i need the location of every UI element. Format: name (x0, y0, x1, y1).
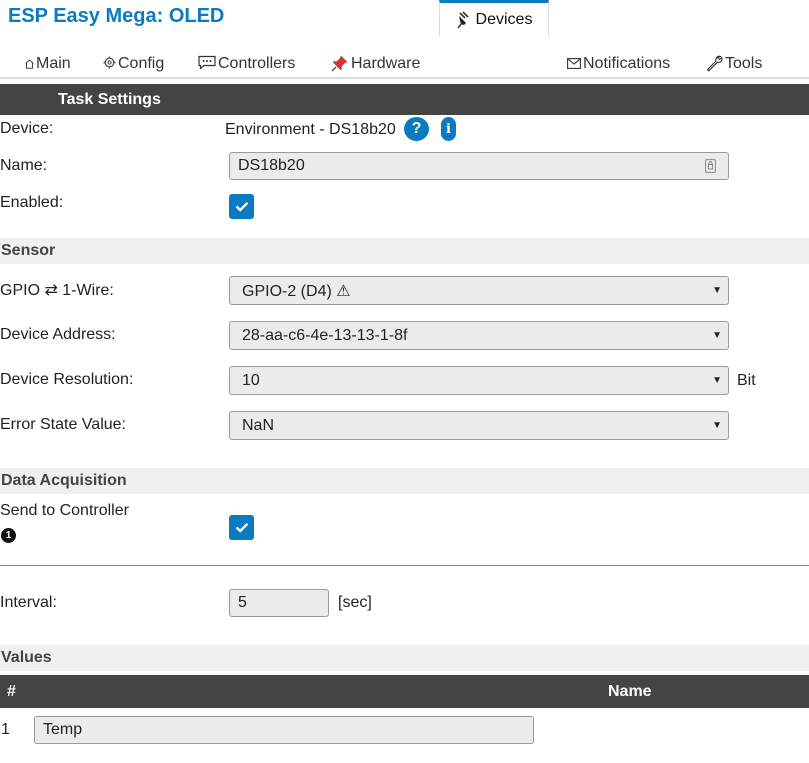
tab-hardware[interactable]: Hardware (331, 50, 420, 78)
resolution-unit: Bit (737, 372, 756, 389)
error-state-label: Error State Value: (0, 416, 126, 433)
value-name-input[interactable]: Temp (34, 716, 534, 744)
data-acquisition-header: Data Acquisition (0, 468, 809, 494)
tab-bar: Main Config Controllers Hardware Notific… (0, 42, 809, 79)
tab-hardware-label: Hardware (351, 55, 421, 72)
send-to-controller-checkbox[interactable] (229, 515, 254, 540)
device-address-value: 28-aa-c6-4e-13-13-1-8f (242, 326, 408, 344)
enabled-label: Enabled: (0, 194, 64, 211)
values-header: Values (0, 645, 809, 671)
send-to-controller-label: Send to Controller (0, 502, 129, 519)
app-title: ESP Easy Mega: OLED (8, 5, 225, 27)
help-button[interactable]: ? (404, 117, 429, 141)
tab-tools[interactable]: Tools (705, 50, 762, 78)
checkmark-icon (235, 522, 248, 533)
help-icon: ? (411, 120, 422, 137)
values-table-header: # Name (0, 675, 809, 708)
wrench-icon (705, 54, 723, 75)
column-name-header: Name (608, 682, 652, 700)
checkmark-icon (235, 201, 248, 212)
gear-icon (103, 56, 116, 72)
tab-config[interactable]: Config (103, 50, 164, 78)
tab-notifications[interactable]: Notifications (567, 50, 670, 78)
interval-input[interactable]: 5 (229, 589, 329, 617)
enabled-checkbox[interactable] (229, 194, 254, 219)
home-icon (25, 57, 34, 72)
interval-label: Interval: (0, 594, 57, 611)
sensor-header: Sensor (0, 238, 809, 264)
value-index: 1 (1, 721, 10, 738)
chat-icon (198, 55, 216, 73)
divider (0, 565, 809, 566)
error-state-select[interactable]: NaN ▼ (229, 411, 729, 440)
name-input[interactable]: DS18b20 (229, 152, 729, 180)
tab-devices-label: Devices (475, 11, 533, 28)
gpio-select-value: GPIO-2 (D4) ⚠ (242, 282, 351, 300)
name-input-value: DS18b20 (238, 157, 305, 174)
tab-config-label: Config (118, 55, 165, 72)
device-value: Environment - DS18b20 (225, 121, 396, 138)
chevron-down-icon: ▼ (712, 375, 722, 386)
device-address-label: Device Address: (0, 326, 116, 343)
gpio-select[interactable]: GPIO-2 (D4) ⚠ ▼ (229, 276, 729, 305)
envelope-icon (567, 57, 581, 72)
tab-notifications-label: Notifications (583, 55, 671, 72)
tab-tools-label: Tools (725, 55, 763, 72)
interval-unit: [sec] (338, 594, 372, 611)
info-icon: i (446, 121, 451, 137)
name-label: Name: (0, 157, 48, 174)
device-resolution-select[interactable]: 10 ▼ (229, 366, 729, 395)
task-settings-header: Task Settings (0, 84, 809, 115)
info-button[interactable]: i (441, 117, 456, 141)
error-state-value: NaN (242, 416, 275, 434)
tab-controllers-label: Controllers (218, 55, 296, 72)
value-name-input-value: Temp (43, 721, 83, 738)
chevron-down-icon: ▼ (712, 420, 722, 431)
tab-main-label: Main (36, 55, 71, 72)
gpio-label: GPIO ⇄ 1-Wire: (0, 282, 114, 299)
interval-input-value: 5 (238, 594, 247, 611)
device-resolution-label: Device Resolution: (0, 371, 134, 388)
device-address-select[interactable]: 28-aa-c6-4e-13-13-1-8f ▼ (229, 321, 729, 350)
chevron-down-icon: ▼ (712, 285, 722, 296)
controller-number-badge: 1 (1, 528, 16, 543)
device-resolution-value: 10 (242, 371, 260, 389)
plug-icon (456, 11, 474, 29)
tab-controllers[interactable]: Controllers (198, 50, 295, 78)
autofill-icon (705, 159, 716, 173)
column-index-header: # (7, 682, 16, 700)
tab-devices[interactable]: Devices (439, 0, 549, 37)
device-label: Device: (0, 120, 54, 137)
tab-main[interactable]: Main (25, 50, 71, 78)
chevron-down-icon: ▼ (712, 330, 722, 341)
pushpin-icon (331, 54, 349, 75)
